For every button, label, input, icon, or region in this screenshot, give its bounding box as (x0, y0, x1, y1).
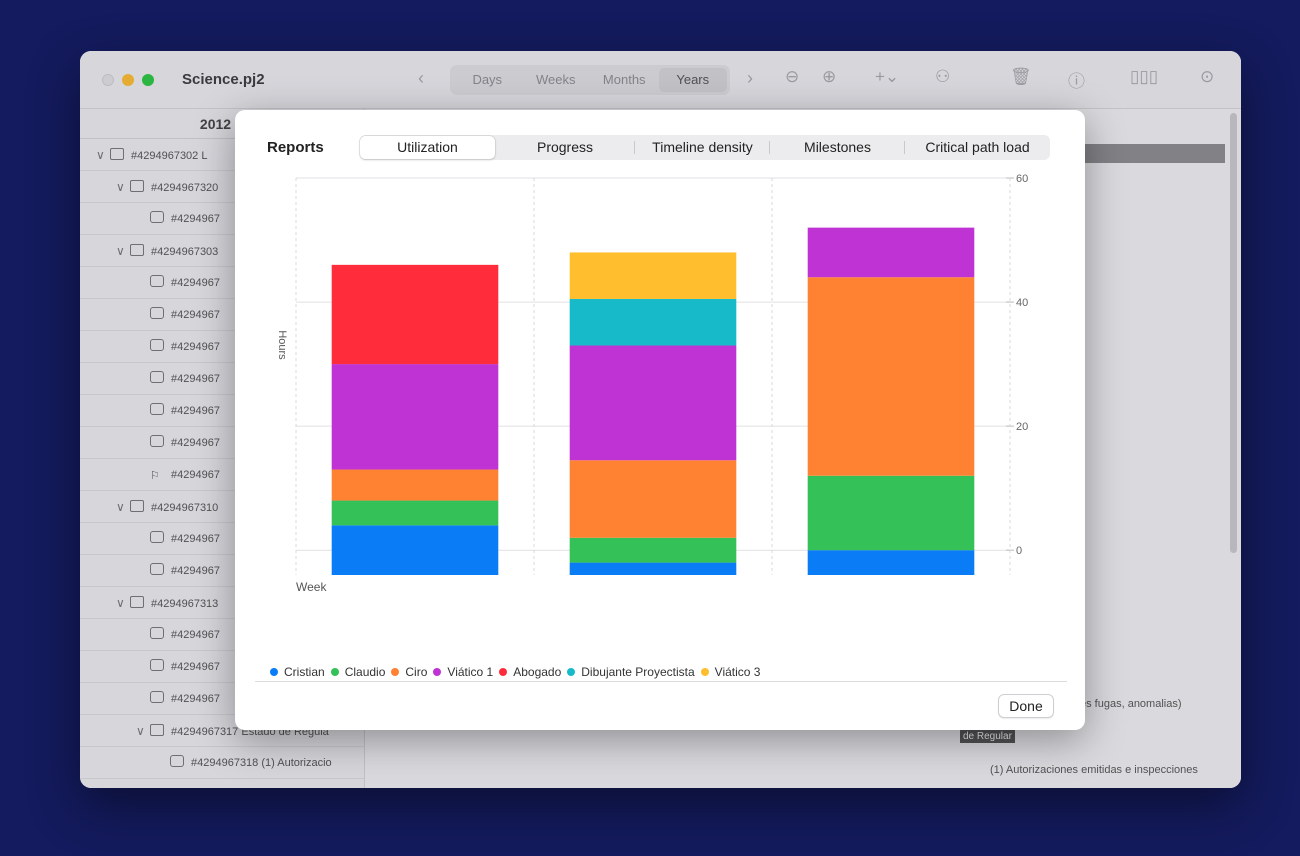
tab-label: Critical path load (925, 139, 1030, 155)
bar-segment-ciro (807, 277, 975, 476)
chart-legend: Cristian Claudio Ciro Viático 1 Abogado Dibuj… (270, 665, 766, 679)
tab-critical-path-load[interactable]: Critical path load (905, 135, 1050, 160)
utilization-chart: 0 20 40 60 Hours Week (276, 173, 1028, 594)
bar-segment-claudio (331, 500, 499, 526)
bar-segment-viático-1 (569, 345, 737, 461)
y-tick-label: 20 (1016, 421, 1028, 433)
bar-segment-cristian (331, 525, 499, 575)
reports-title: Reports (267, 139, 324, 156)
y-axis-label: Hours (276, 330, 288, 360)
tab-milestones[interactable]: Milestones (770, 135, 905, 160)
bar-segment-cristian (569, 562, 737, 575)
bar-segment-claudio (807, 475, 975, 551)
legend-swatch (700, 668, 709, 676)
legend-swatch (433, 668, 442, 676)
bar-segment-viático-3 (569, 252, 737, 299)
y-tick-label: 40 (1016, 297, 1028, 309)
bar-segment-ciro (331, 469, 499, 501)
legend-label: Ciro (405, 665, 428, 679)
bar-segment-viático-1 (331, 364, 499, 470)
x-axis-label: Week (296, 580, 327, 594)
bar-segment-cristian (807, 550, 975, 575)
y-tick-label: 60 (1016, 173, 1028, 185)
tab-label: Progress (536, 139, 594, 155)
legend-item: Abogado (499, 665, 561, 679)
legend-label: Claudio (344, 665, 386, 679)
legend-item: Viático 1 (433, 665, 493, 679)
tab-utilization[interactable]: Utilization (360, 136, 495, 159)
done-button[interactable]: Done (998, 694, 1054, 718)
legend-swatch (391, 668, 400, 676)
bar-segment-viático-1 (807, 227, 975, 278)
footer-divider (255, 681, 1067, 682)
bar-segment-claudio (569, 537, 737, 563)
legend-label: Cristian (284, 665, 325, 679)
legend-label: Dibujante Proyectista (581, 665, 695, 679)
legend-item: Cristian (270, 665, 325, 679)
bar-segment-abogado (331, 264, 499, 365)
legend-item: Viático 3 (700, 665, 761, 679)
legend-item: Ciro (391, 665, 427, 679)
legend-item: Dibujante Proyectista (567, 665, 695, 679)
legend-item: Claudio (330, 665, 386, 679)
legend-swatch (567, 668, 576, 676)
legend-swatch (330, 668, 339, 676)
y-tick-label: 0 (1016, 545, 1022, 557)
reports-modal: Reports Utilization Progress Timeline dens… (235, 110, 1085, 730)
legend-label: Viático 1 (447, 665, 494, 679)
tab-label: Utilization (397, 139, 458, 155)
tab-progress[interactable]: Progress (495, 135, 635, 160)
bar-segment-dibujante-proyectista (569, 298, 737, 346)
bar-segment-ciro (569, 460, 737, 538)
legend-label: Abogado (513, 665, 562, 679)
legend-label: Viático 3 (714, 665, 761, 679)
legend-swatch (270, 668, 278, 676)
tab-label: Timeline density (652, 139, 753, 155)
tab-timeline-density[interactable]: Timeline density (635, 135, 770, 160)
report-tabs: Utilization Progress Timeline density Miles… (360, 135, 1050, 160)
legend-swatch (499, 668, 508, 676)
tab-label: Milestones (804, 139, 871, 155)
